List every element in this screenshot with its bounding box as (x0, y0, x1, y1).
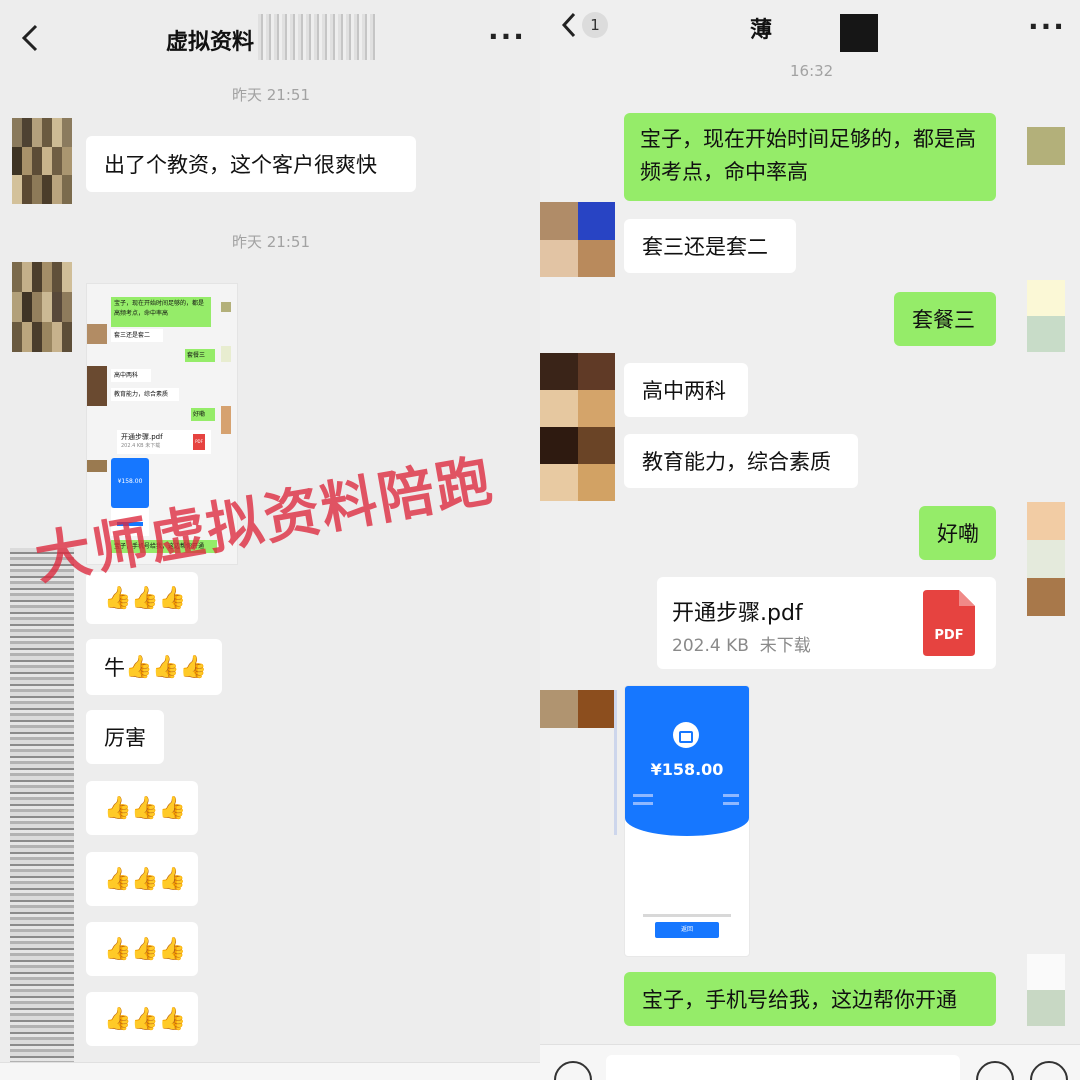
file-name: 开通步骤.pdf (672, 601, 803, 626)
image-edge-strip (614, 690, 617, 835)
avatar-column-mosaic (10, 548, 74, 1068)
thumbs-up-icon: 👍👍👍 (104, 936, 187, 962)
blurred-title-mosaic (258, 14, 376, 60)
file-message-card[interactable]: 开通步骤.pdf 202.4 KB 未下载 PDF (657, 577, 996, 669)
more-icon[interactable]: ··· (1028, 10, 1066, 43)
unread-badge[interactable]: 1 (582, 12, 608, 38)
message-bubble[interactable]: 出了个教资，这个客户很爽快 (86, 136, 416, 192)
file-status: 未下载 (759, 636, 811, 656)
chevron-left-icon[interactable] (558, 10, 580, 40)
message-bubble-outgoing[interactable]: 好嘞 (919, 506, 996, 560)
avatar[interactable] (1027, 280, 1065, 352)
message-bubble-incoming[interactable]: 套三还是套二 (624, 219, 796, 273)
message-bubble-incoming[interactable]: 高中两科 (624, 363, 748, 417)
mini-avatar (221, 346, 231, 362)
thumbs-up-icon: 👍👍👍 (104, 795, 187, 821)
mini-bubble: 教育能力，综合素质 (111, 388, 179, 401)
mini-avatar (87, 324, 107, 344)
message-bubble[interactable]: 牛 👍👍👍 (86, 639, 222, 695)
mini-file-card: 开通步骤.pdf 202.4 KB 未下载 PDF (117, 430, 211, 454)
message-bubble[interactable]: 👍👍👍 (86, 781, 198, 835)
message-bubble[interactable]: 👍👍👍 (86, 852, 198, 906)
detail-line (723, 802, 739, 805)
message-bubble-outgoing[interactable]: 宝子，现在开始时间足够的，都是高频考点，命中率高 (624, 113, 996, 201)
input-bar[interactable] (0, 1062, 540, 1080)
avatar[interactable] (12, 262, 72, 352)
thumbs-up-icon: 👍👍👍 (104, 1006, 187, 1032)
mini-amount: ¥158.00 (117, 478, 143, 485)
payment-blue-header: ¥158.00 (625, 686, 749, 836)
chat-title: 虚拟资料 (166, 30, 255, 55)
footnote-line (643, 914, 731, 917)
file-meta: 202.4 KB 未下载 (672, 631, 811, 656)
file-size: 202.4 KB (672, 636, 749, 656)
more-icon[interactable]: ··· (488, 20, 526, 53)
message-bubble[interactable]: 厉害 (86, 710, 164, 764)
emoji-icon[interactable] (976, 1061, 1014, 1080)
mini-bubble: 宝子，现在开始时间足够的，都是高频考点，命中率高 (111, 297, 211, 327)
timestamp: 昨天 21:51 (232, 233, 310, 251)
mini-avatar (221, 406, 231, 434)
thumbs-up-icon: 👍👍👍 (125, 654, 208, 680)
avatar[interactable] (12, 118, 72, 204)
avatar[interactable] (1027, 502, 1065, 616)
mini-bubble: 套三还是套二 (111, 329, 163, 342)
payment-amount: ¥158.00 (650, 760, 724, 779)
message-bubble[interactable]: 👍👍👍 (86, 922, 198, 976)
avatar[interactable] (1027, 954, 1065, 1026)
left-chat-panel: 虚拟资料 ··· 昨天 21:51 出了个教资，这个客户很爽快 昨天 21:51… (0, 0, 540, 1080)
voice-icon[interactable] (554, 1061, 592, 1080)
avatar[interactable] (540, 202, 615, 277)
avatar[interactable] (540, 353, 615, 501)
message-input[interactable] (606, 1055, 960, 1080)
message-bubble-outgoing[interactable]: 套餐三 (894, 292, 996, 346)
message-bubble[interactable]: 👍👍👍 (86, 992, 198, 1046)
timestamp: 16:32 (790, 62, 834, 80)
mini-bubble: 套餐三 (185, 349, 215, 362)
payment-return-button: 返回 (655, 922, 719, 938)
mini-avatar (221, 302, 231, 312)
message-text: 厉害 (104, 726, 146, 750)
mini-avatar (87, 366, 107, 406)
plus-icon[interactable] (1030, 1061, 1068, 1080)
payment-logo-icon (673, 722, 699, 748)
mini-pdf-icon: PDF (193, 434, 205, 450)
thumbs-up-icon: 👍👍👍 (104, 866, 187, 892)
timestamp: 昨天 21:51 (232, 86, 310, 104)
chat-title: 薄 (750, 18, 773, 43)
mini-bubble: 高中两科 (111, 369, 151, 382)
pdf-badge-text: PDF (934, 628, 964, 643)
mini-avatar (87, 460, 107, 472)
message-bubble-incoming[interactable]: 教育能力，综合素质 (624, 434, 858, 488)
thumbs-up-icon: 👍👍👍 (104, 585, 187, 611)
detail-line (633, 802, 653, 805)
title-redaction-block (840, 14, 878, 52)
detail-line (723, 794, 739, 797)
payment-screenshot-image[interactable]: ¥158.00 返回 (624, 685, 750, 957)
message-bubble-outgoing[interactable]: 宝子，手机号给我，这边帮你开通 (624, 972, 996, 1026)
right-chat-panel: 1 薄 ··· 16:32 宝子，现在开始时间足够的，都是高频考点，命中率高 套… (540, 0, 1080, 1080)
avatar[interactable] (540, 690, 615, 728)
message-text: 牛 (104, 656, 125, 680)
chevron-left-icon[interactable] (18, 20, 42, 56)
pdf-file-icon: PDF (923, 590, 975, 656)
detail-line (633, 794, 653, 797)
input-bar (540, 1044, 1080, 1080)
mini-bubble: 好嘞 (191, 408, 215, 421)
avatar[interactable] (1027, 127, 1065, 165)
